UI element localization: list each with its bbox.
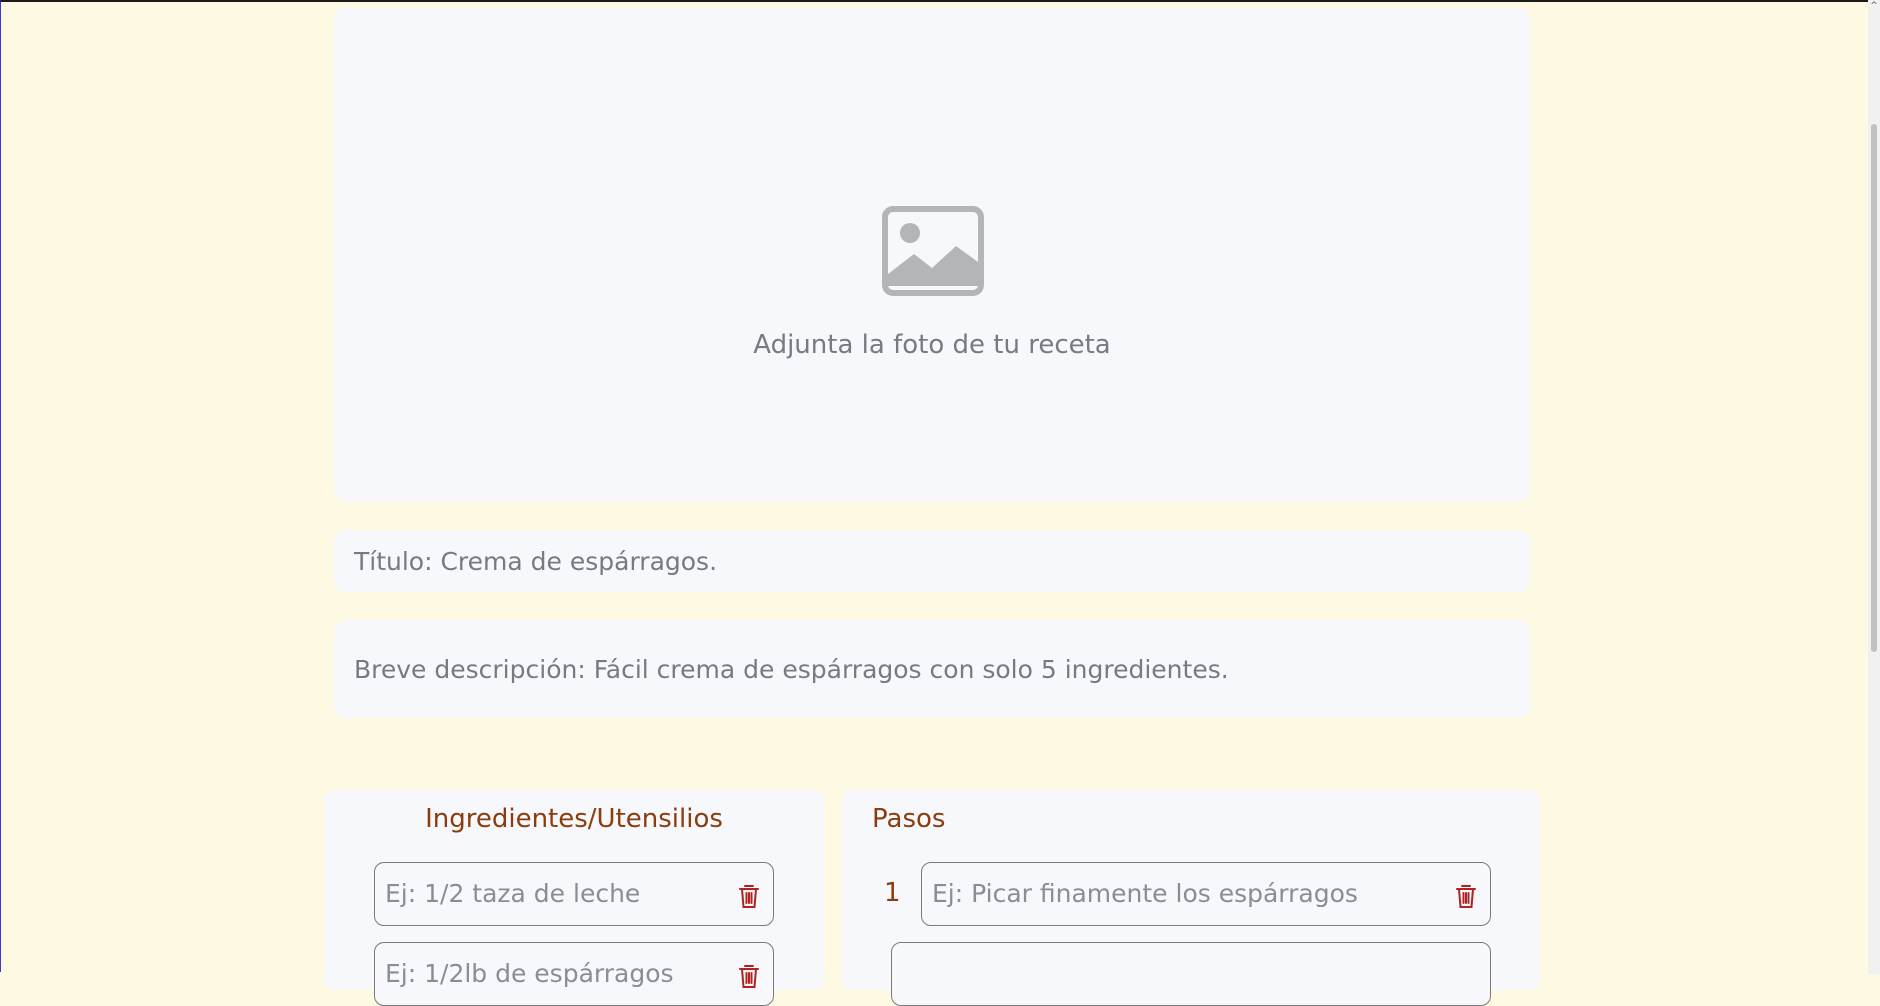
recipe-description-field[interactable]: Breve descripción: Fácil crema de espárr… <box>334 620 1530 718</box>
ingredient-input[interactable] <box>385 863 715 923</box>
ingredients-panel: Ingredientes/Utensilios <box>324 790 824 1006</box>
vertical-scrollbar[interactable]: ^ <box>1868 0 1880 974</box>
recipe-title-text: Título: Crema de espárragos. <box>354 546 718 576</box>
delete-ingredient-icon[interactable] <box>737 883 761 909</box>
photo-upload-area[interactable]: Adjunta la foto de tu receta <box>334 8 1530 502</box>
step-input-box <box>891 942 1491 1006</box>
image-placeholder-icon <box>882 206 984 296</box>
step-number: 1 <box>884 878 901 908</box>
scrollbar-thumb[interactable] <box>1871 124 1877 652</box>
delete-step-icon[interactable] <box>1454 883 1478 909</box>
photo-upload-label: Adjunta la foto de tu receta <box>753 330 1111 360</box>
step-input[interactable] <box>932 863 1432 923</box>
ingredient-input-box <box>374 862 774 926</box>
delete-ingredient-icon[interactable] <box>737 963 761 989</box>
steps-heading: Pasos <box>872 804 946 834</box>
step-input-box <box>921 862 1491 926</box>
step-input[interactable] <box>902 943 1422 1003</box>
ingredient-input[interactable] <box>385 943 715 1003</box>
recipe-title-field[interactable]: Título: Crema de espárragos. <box>334 530 1530 592</box>
recipe-description-text: Breve descripción: Fácil crema de espárr… <box>354 654 1229 684</box>
ingredients-heading: Ingredientes/Utensilios <box>425 804 723 834</box>
scroll-up-icon[interactable]: ^ <box>1870 2 1878 11</box>
steps-panel: Pasos 1 <box>842 790 1540 1006</box>
ingredient-input-box <box>374 942 774 1006</box>
